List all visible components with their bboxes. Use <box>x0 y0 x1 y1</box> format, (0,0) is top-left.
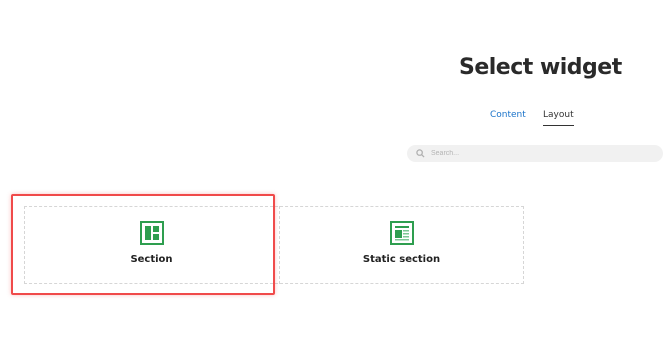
page-title: Select widget <box>459 55 622 80</box>
static-section-icon <box>389 221 414 245</box>
highlight-box <box>11 194 275 295</box>
search-input[interactable] <box>431 150 651 157</box>
search-bar <box>407 145 663 162</box>
search-icon <box>416 148 428 160</box>
tab-content[interactable]: Content <box>490 110 526 125</box>
widget-label: Static section <box>362 254 441 265</box>
tab-layout[interactable]: Layout <box>543 110 574 126</box>
widget-static-section[interactable]: Static section <box>279 206 524 284</box>
